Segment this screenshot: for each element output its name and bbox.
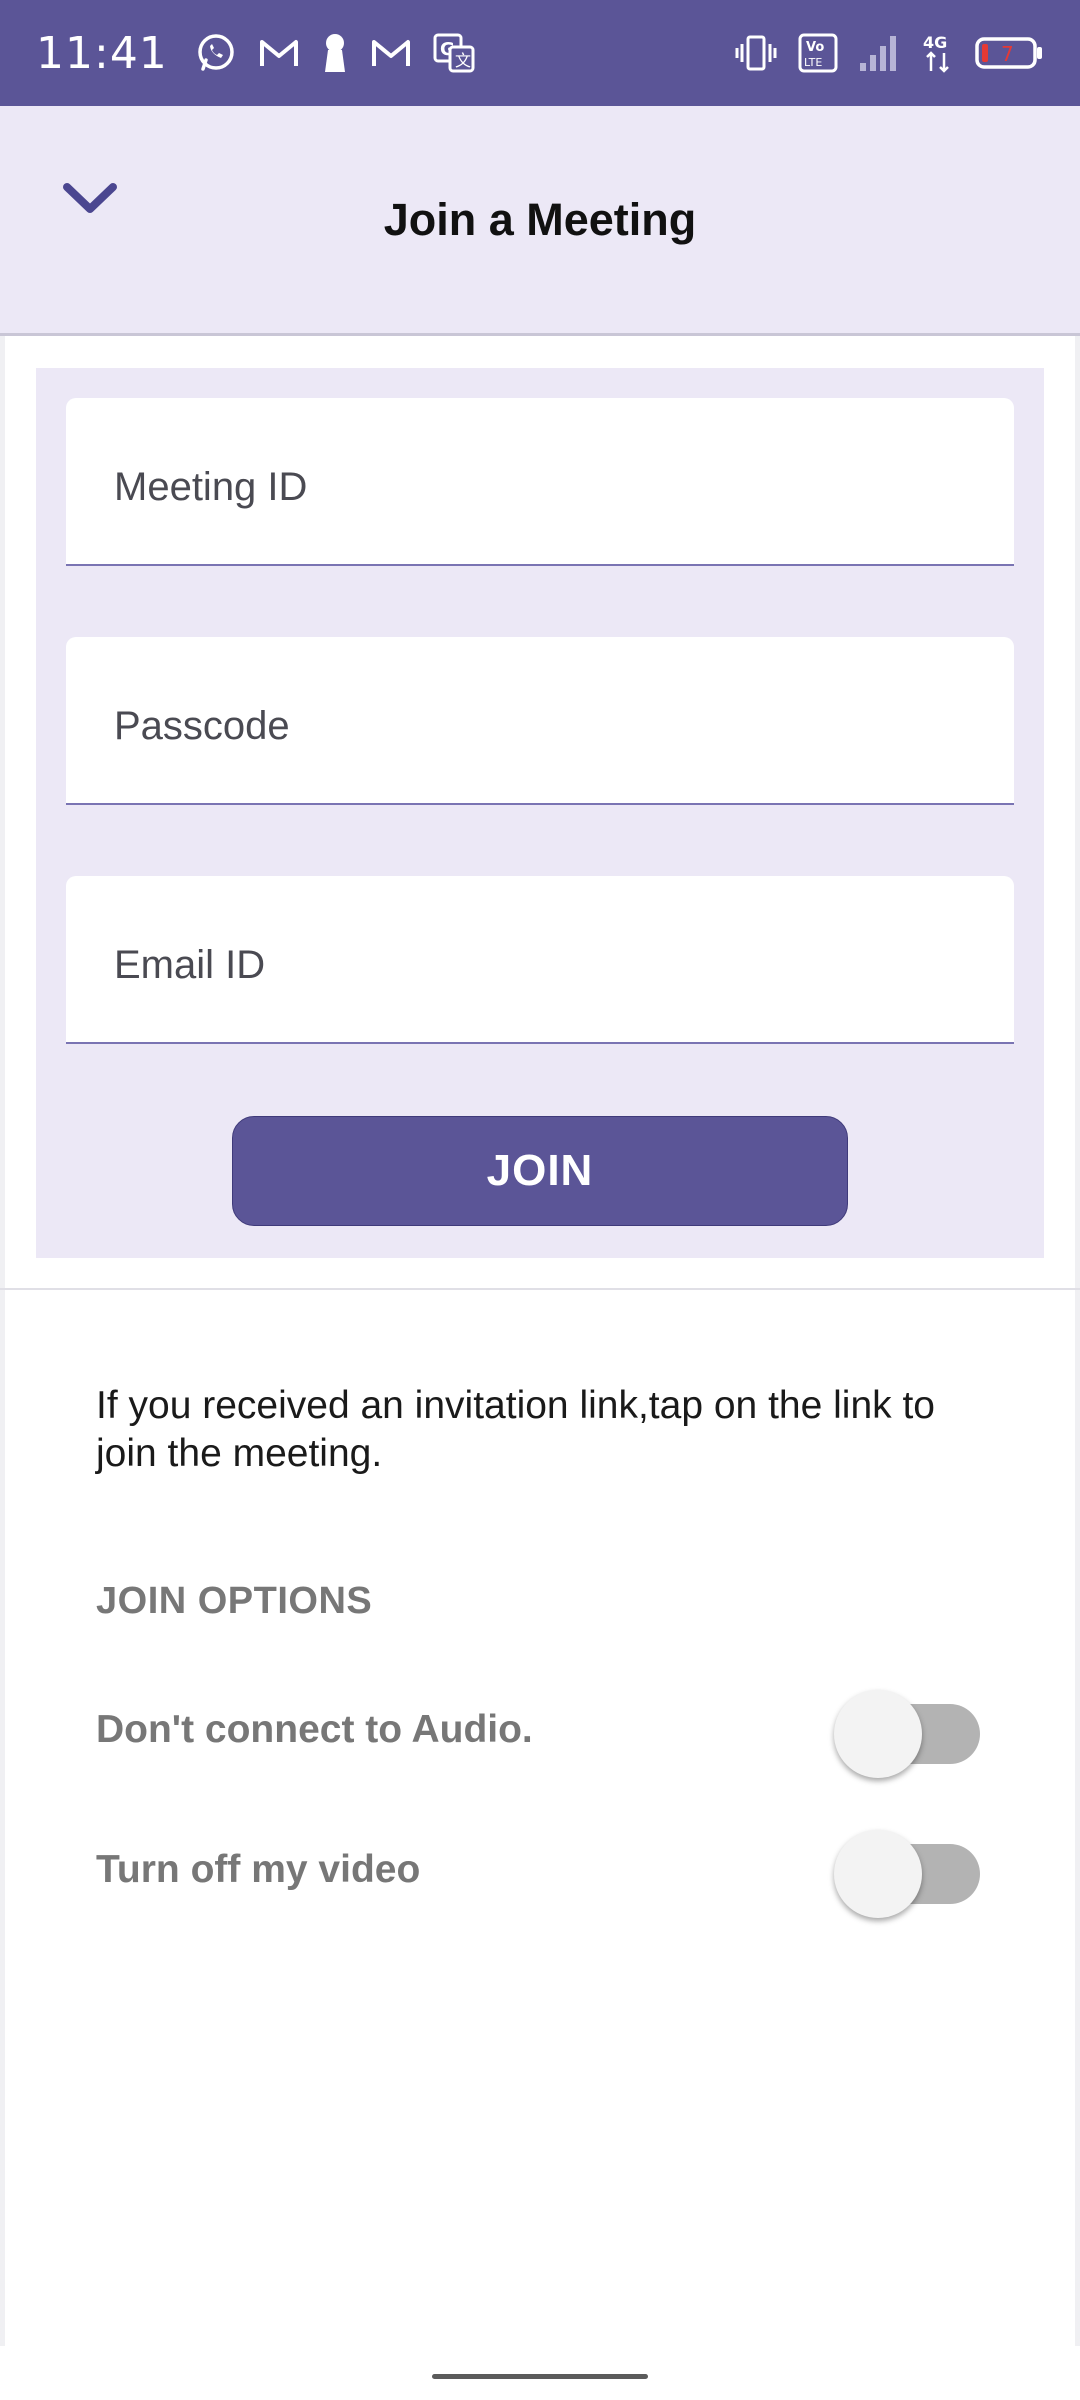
video-toggle[interactable] — [834, 1830, 984, 1918]
join-button[interactable]: JOIN — [232, 1116, 848, 1226]
join-form: JOIN — [36, 368, 1044, 1258]
signal-icon — [858, 33, 902, 73]
option-label-video: Turn off my video — [96, 1848, 421, 1891]
audio-toggle[interactable] — [834, 1690, 984, 1778]
svg-text:4G: 4G — [923, 33, 947, 52]
page-title: Join a Meeting — [383, 194, 697, 245]
gmail-icon — [258, 36, 300, 70]
status-time: 11:41 — [36, 27, 168, 79]
toggle-thumb — [834, 1690, 922, 1778]
invitation-info-text: If you received an invitation link,tap o… — [96, 1384, 935, 1475]
option-row-audio: Don't connect to Audio. — [96, 1690, 984, 1778]
vibrate-icon — [734, 34, 778, 72]
system-icons: Vo LTE 4G 7 — [734, 31, 1044, 75]
email-id-field[interactable] — [66, 876, 1014, 1044]
svg-text:文: 文 — [455, 51, 471, 70]
passcode-field[interactable] — [66, 637, 1014, 805]
divider — [0, 1288, 1080, 1290]
email-id-input[interactable] — [66, 876, 1014, 1042]
status-bar: 11:41 G文 Vo LTE 4G 7 — [0, 0, 1080, 106]
4g-icon: 4G — [922, 31, 954, 75]
meeting-id-input[interactable] — [66, 398, 1014, 564]
passcode-input[interactable] — [66, 637, 1014, 803]
toggle-thumb — [834, 1830, 922, 1918]
app-header: Join a Meeting — [0, 106, 1080, 336]
volte-icon: Vo LTE — [798, 33, 838, 73]
right-edge — [1075, 336, 1080, 2346]
battery-level: 7 — [1001, 42, 1014, 66]
join-options-heading: JOIN OPTIONS — [96, 1580, 373, 1622]
whatsapp-icon — [194, 31, 238, 75]
gmail-icon — [370, 36, 412, 70]
svg-text:LTE: LTE — [804, 56, 822, 69]
option-label-audio: Don't connect to Audio. — [96, 1708, 533, 1751]
notification-icons: G文 — [194, 31, 476, 75]
left-edge — [0, 336, 5, 2346]
translate-icon: G文 — [432, 32, 476, 74]
svg-text:Vo: Vo — [806, 40, 824, 55]
option-row-video: Turn off my video — [96, 1830, 984, 1918]
keyhole-icon — [320, 32, 350, 74]
meeting-id-field[interactable] — [66, 398, 1014, 566]
home-indicator[interactable] — [432, 2374, 648, 2379]
battery-icon: 7 — [974, 34, 1044, 72]
